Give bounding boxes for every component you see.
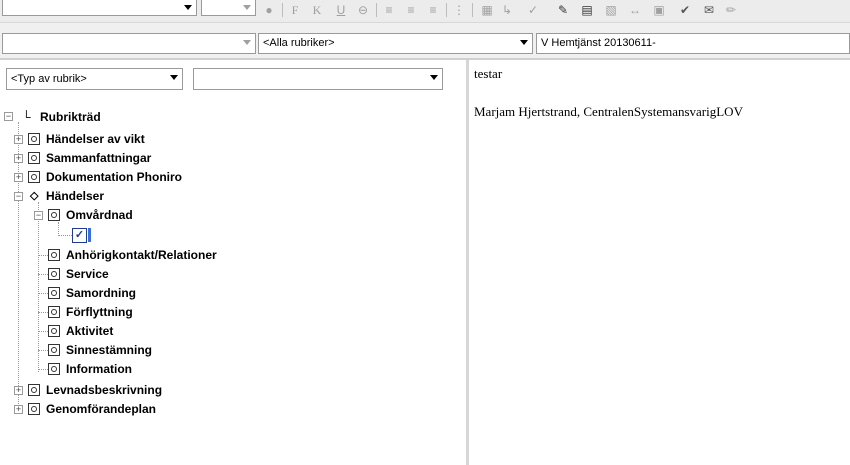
expand-icon[interactable]: +	[14, 405, 23, 414]
category-select[interactable]: <Alla rubriker>	[258, 33, 533, 54]
heading-node-icon	[48, 287, 60, 299]
mail-icon[interactable]: ✉	[702, 3, 716, 17]
bold-icon[interactable]: F	[288, 3, 302, 17]
heading-node-icon	[48, 306, 60, 318]
heading-node-icon	[48, 325, 60, 337]
tree-item-label: Sinnestämning	[66, 343, 153, 357]
tree-item-label: Förflyttning	[66, 305, 133, 319]
toolbar-separator	[376, 3, 377, 17]
strikethrough-icon[interactable]: ⊖	[356, 3, 370, 17]
collapse-icon[interactable]: −	[14, 192, 23, 201]
tree-structure-icon: └	[22, 110, 31, 124]
heading-node-icon	[48, 344, 60, 356]
heading-node-icon	[28, 403, 40, 415]
toolbar-separator	[282, 3, 283, 17]
category-search-select[interactable]	[2, 33, 256, 54]
heading-node-icon	[48, 363, 60, 375]
heading-value-select[interactable]	[193, 68, 443, 90]
link-icon[interactable]: ↔	[628, 3, 642, 17]
note-text: testar	[474, 66, 503, 81]
document-icon[interactable]: ▤	[580, 3, 594, 17]
heading-type-select[interactable]: <Typ av rubrik>	[6, 68, 183, 90]
toolbar-separator	[446, 3, 447, 17]
font-select[interactable]	[2, 0, 197, 16]
tag-icon[interactable]: ▣	[652, 3, 666, 17]
tree-root[interactable]: − └ Rubrikträd	[0, 108, 460, 126]
tree-item-label: Genomförandeplan	[46, 402, 157, 416]
journal-select-value: V Hemtjänst 20130611-	[541, 37, 656, 49]
tree-pane: <Typ av rubrik> − └ Rubrikträd + Händels…	[0, 60, 466, 465]
tree-line	[38, 331, 48, 332]
tree-root-label: Rubrikträd	[40, 110, 101, 124]
tree-line	[38, 369, 48, 370]
tree-item-label: Dokumentation Phoniro	[46, 170, 182, 184]
tree-line	[58, 235, 72, 236]
tree-item-label: Samordning	[66, 286, 137, 300]
collapse-icon[interactable]: −	[4, 112, 13, 121]
tree-item-label: Anhörigkontakt/Relationer	[66, 248, 217, 262]
toolbar-separator	[472, 3, 473, 17]
diamond-icon: ◇	[30, 190, 39, 202]
text-cursor[interactable]	[88, 228, 91, 242]
heading-node-icon	[28, 133, 40, 145]
tree-item-label: Levnadsbeskrivning	[46, 383, 163, 397]
expand-icon[interactable]: +	[14, 135, 23, 144]
tree-line	[38, 293, 48, 294]
chevron-down-icon	[243, 5, 251, 10]
tree-line	[38, 312, 48, 313]
note-text-area[interactable]: testar Marjam Hjertstrand, CentralenSyst…	[469, 60, 850, 465]
underline-icon[interactable]: U	[334, 3, 348, 17]
chevron-down-icon	[170, 75, 178, 80]
journal-select[interactable]: V Hemtjänst 20130611-	[536, 33, 850, 54]
tree-line	[38, 350, 48, 351]
tree-line	[58, 222, 59, 236]
font-size-select[interactable]	[201, 0, 256, 16]
tree-item-label: Information	[66, 362, 132, 376]
tree-line	[18, 122, 19, 414]
note-author: Marjam Hjertstrand, CentralenSystemansva…	[474, 104, 743, 119]
tree-item-label: Service	[66, 267, 109, 281]
tree-item-label: Aktivitet	[66, 324, 114, 338]
expand-icon[interactable]: +	[14, 154, 23, 163]
paste-icon[interactable]: ▧	[604, 3, 618, 17]
heading-node-icon	[48, 209, 60, 221]
pen-icon[interactable]: ✏	[724, 3, 738, 17]
checkmark-icon[interactable]: ✓	[526, 3, 540, 17]
list-icon[interactable]: ⋮	[452, 3, 466, 17]
filter-row: <Alla rubriker> V Hemtjänst 20130611-	[0, 30, 850, 58]
check-node-icon: ✓	[72, 228, 87, 243]
tree-item-label: Händelser	[46, 189, 105, 203]
tree-line	[38, 274, 48, 275]
heading-node-icon	[28, 171, 40, 183]
heading-node-icon	[28, 384, 40, 396]
tree-item-label: Omvårdnad	[66, 208, 133, 222]
tree-item-label: Sammanfattningar	[46, 151, 152, 165]
collapse-icon[interactable]: −	[34, 211, 43, 220]
approve-icon[interactable]: ✔	[678, 3, 692, 17]
color-icon[interactable]: ●	[262, 3, 276, 17]
chevron-down-icon	[243, 40, 251, 45]
align-center-icon[interactable]: ≡	[404, 3, 418, 17]
tree-item-label: Händelser av vikt	[46, 132, 145, 146]
align-left-icon[interactable]: ≡	[382, 3, 396, 17]
signature-icon[interactable]: ✎	[556, 3, 570, 17]
tree-line	[38, 255, 48, 256]
align-right-icon[interactable]: ≡	[426, 3, 440, 17]
heading-node-icon	[48, 249, 60, 261]
heading-node-icon	[28, 152, 40, 164]
formatting-toolbar: ● F K U ⊖ ≡ ≡ ≡ ⋮ ▦ ↳ ✓ ✎ ▤ ▧ ↔ ▣ ✔ ✉ ✏	[0, 0, 850, 23]
chevron-down-icon	[184, 5, 192, 10]
tree-line	[38, 202, 39, 372]
heading-node-icon	[48, 268, 60, 280]
chevron-down-icon	[430, 75, 438, 80]
format-icon[interactable]: ↳	[500, 3, 514, 17]
italic-icon[interactable]: K	[310, 3, 324, 17]
spellcheck-icon[interactable]: ▦	[480, 3, 494, 17]
expand-icon[interactable]: +	[14, 386, 23, 395]
category-select-value: <Alla rubriker>	[263, 37, 335, 49]
chevron-down-icon	[520, 40, 528, 45]
expand-icon[interactable]: +	[14, 173, 23, 182]
heading-type-value: <Typ av rubrik>	[11, 73, 87, 85]
